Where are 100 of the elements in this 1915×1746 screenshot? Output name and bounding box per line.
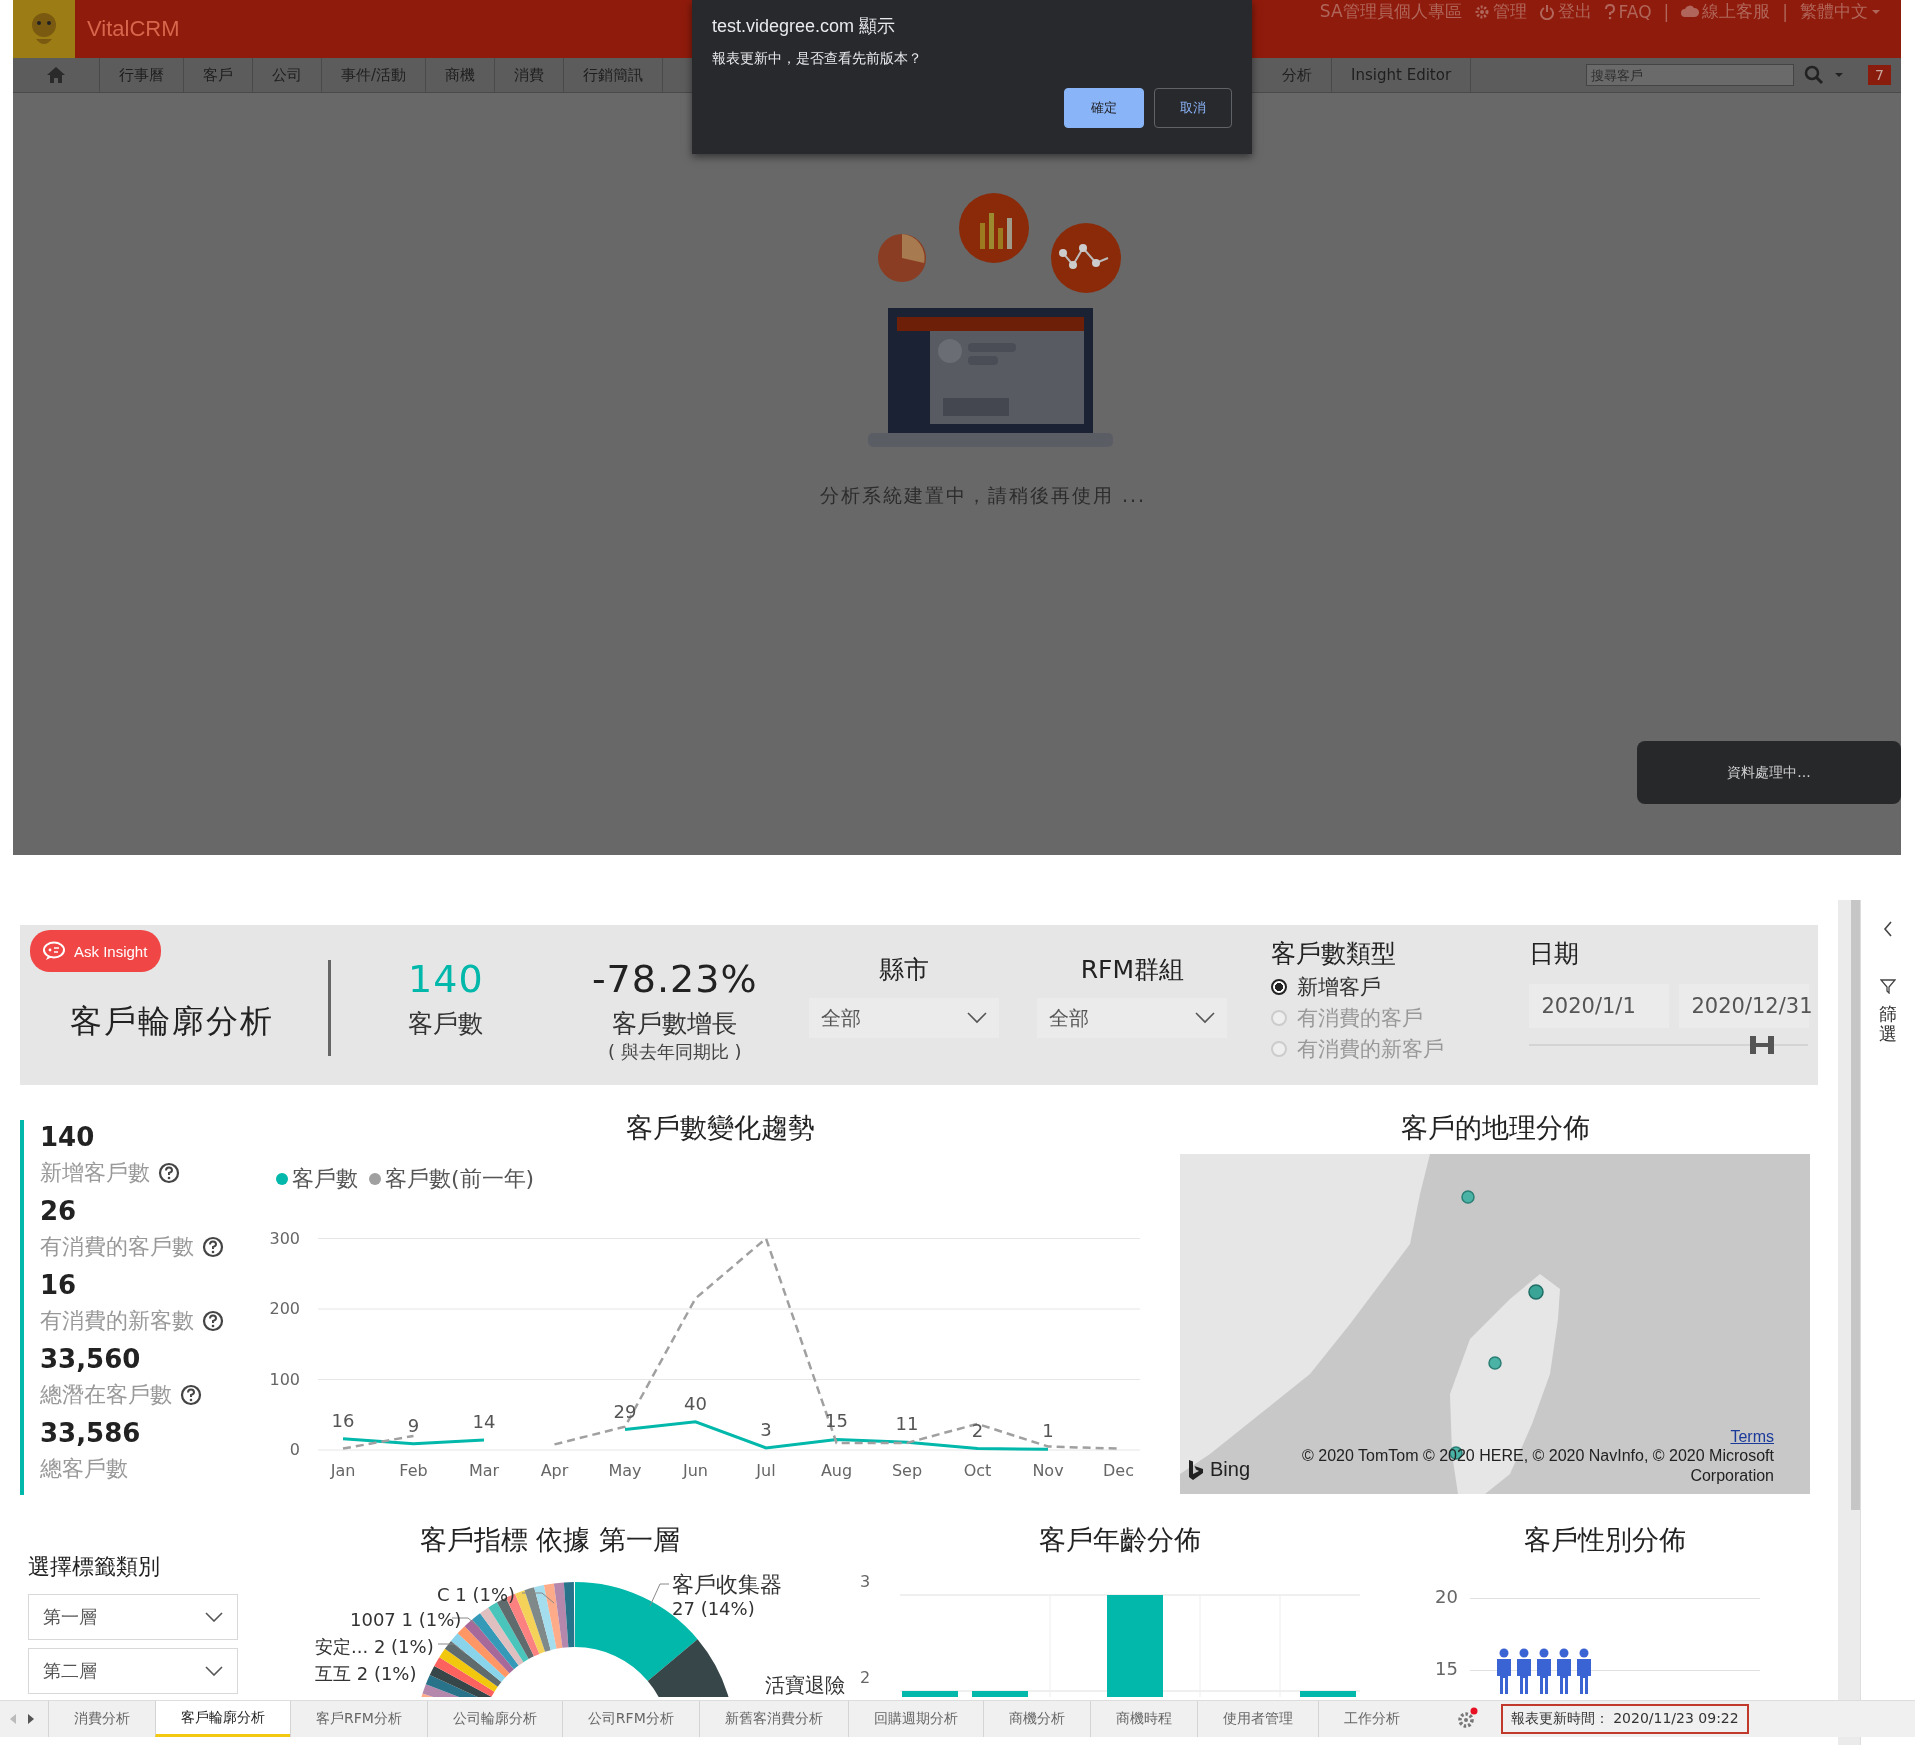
legend-label: 客戶數 [292,1165,358,1193]
filter-dropdown[interactable]: 全部 [1037,998,1228,1038]
radio-option[interactable]: 新增客戶 [1270,973,1530,1001]
slice-label: 客戶收集器 [672,1571,782,1599]
stat-value: 16 [40,1269,78,1302]
slice-label: 1007 1 (1%) [350,1609,462,1630]
axis-tick-label: 0 [289,1440,300,1459]
page-tab[interactable]: 新舊客消費分析 [698,1701,848,1737]
data-label: 16 [331,1409,355,1431]
scrollbar-thumb[interactable] [1851,900,1860,1510]
person-icon [1495,1648,1513,1694]
range-slider-handle[interactable] [1749,1035,1776,1055]
cloud-icon [1681,3,1700,20]
axis-tick-label: Oct [963,1461,992,1480]
axis-tick-label: Jan [330,1461,356,1480]
axis-tick-label: Apr [540,1461,569,1480]
search-field[interactable]: 搜尋客戶 [1586,64,1795,86]
page-tab[interactable]: 工作分析 [1317,1701,1425,1737]
stat-value: 26 [40,1195,78,1228]
confirm-button[interactable]: 確定 [1064,88,1144,128]
data-label: 3 [760,1418,772,1440]
question-mark-icon [1603,3,1616,20]
select-label: 選擇標籤類別 [28,1553,161,1581]
stat-label: 總潛在客戶數 [40,1381,172,1409]
person-icon [1575,1648,1593,1694]
page-tab[interactable]: 客戶RFM分析 [290,1701,427,1737]
terms-link[interactable]: Terms [1730,1428,1774,1446]
help-icon[interactable] [202,1236,224,1258]
axis-tick-label: Aug [820,1461,853,1480]
search-icon[interactable] [1804,65,1825,85]
data-label: 14 [472,1411,496,1433]
separator: | [1782,1,1788,22]
report-updated-time: 報表更新時間： 2020/11/23 09:22 [1500,1704,1749,1734]
bar [1300,1691,1356,1697]
loading-message: 分析系統建置中，請稍後再使用 ... [819,483,1147,508]
processing-toast: 資料處理中... [1637,741,1901,804]
notification-badge[interactable]: 7 [1868,65,1891,85]
axis-tick-label: 15 [1435,1658,1458,1679]
axis-tick-label: 300 [270,1228,300,1248]
stat-value: 33,560 [40,1343,142,1376]
axis-tick-label: 2 [860,1668,871,1687]
filter-icon [1880,978,1896,994]
help-icon[interactable] [202,1310,224,1332]
leader-line [648,1582,670,1608]
axis-tick-label: Sep [891,1461,923,1480]
axis-tick-label: Jun [683,1461,708,1480]
page-tab[interactable]: 客戶輪廓分析 [155,1701,290,1737]
axis-tick-label: Dec [1103,1461,1134,1480]
ask-insight-button[interactable]: Ask Insight [30,930,162,972]
axis-tick-label: 3 [860,1572,871,1591]
page-tab[interactable]: 使用者管理 [1196,1701,1318,1737]
chart-title: 客戶性別分佈 [1523,1523,1687,1557]
axis-tick-label: Mar [468,1461,500,1480]
caret-icon[interactable] [1834,71,1845,79]
axis-tick-label: Nov [1032,1461,1064,1480]
slice-label: 活寶退險 [765,1672,845,1697]
help-icon[interactable] [180,1384,202,1406]
page-tab[interactable]: 公司RFM分析 [561,1701,699,1737]
home-icon [46,66,66,84]
date-field[interactable]: 2020/12/31 [1679,984,1810,1028]
stat-value: 140 [40,1121,96,1154]
radio-button[interactable] [1270,979,1287,995]
page-tab[interactable]: 回購週期分析 [847,1701,983,1737]
data-label: 2 [971,1419,984,1441]
filters-pane-label[interactable]: 篩選 [1879,1004,1897,1044]
next-icon[interactable] [26,1713,36,1725]
page-tab[interactable]: 商機分析 [982,1701,1090,1737]
chart-title: 客戶指標 依據 第一層 [418,1523,682,1557]
axis-tick-label: 200 [270,1299,300,1318]
date-field[interactable]: 2020/1/1 [1529,984,1670,1028]
dialog-title: test.videgree.com 顯示 [712,15,897,38]
tag-dropdown[interactable]: 第一層 [28,1594,238,1640]
logo-icon [13,0,75,58]
chart-title: 客戶的地理分佈 [1399,1111,1591,1145]
help-icon[interactable] [158,1162,180,1184]
axis-tick-label: 20 [1435,1586,1458,1607]
chevron-down-icon [205,1612,223,1622]
data-label: 40 [684,1392,707,1414]
data-label: 11 [895,1413,919,1435]
cancel-button[interactable]: 取消 [1154,88,1232,128]
page-tab[interactable]: 公司輪廓分析 [426,1701,562,1737]
data-label: 1 [1042,1420,1054,1442]
stat-label: 有消費的新客數 [40,1307,194,1335]
data-label: 15 [825,1410,848,1432]
data-label: 29 [613,1400,637,1422]
chart-title: 客戶年齡分佈 [1038,1523,1202,1557]
app-name: VitalCRM [87,16,180,42]
kpi-note: ( 與去年同期比 ) [607,1040,742,1064]
map-brand: Bing [1210,1458,1251,1481]
person-icon [1555,1648,1573,1694]
gear-icon [1473,3,1490,20]
page-tab[interactable]: 商機時程 [1089,1701,1197,1737]
chevron-down-icon [966,1012,987,1024]
report-title: 客戶輪廓分析 [70,1001,274,1042]
bing-logo-icon [1188,1458,1204,1481]
separator: | [1663,1,1670,22]
bar [972,1691,1028,1697]
tag-dropdown[interactable]: 第二層 [28,1648,238,1694]
filter-dropdown[interactable]: 全部 [808,998,999,1038]
collapse-icon[interactable] [1882,920,1894,938]
